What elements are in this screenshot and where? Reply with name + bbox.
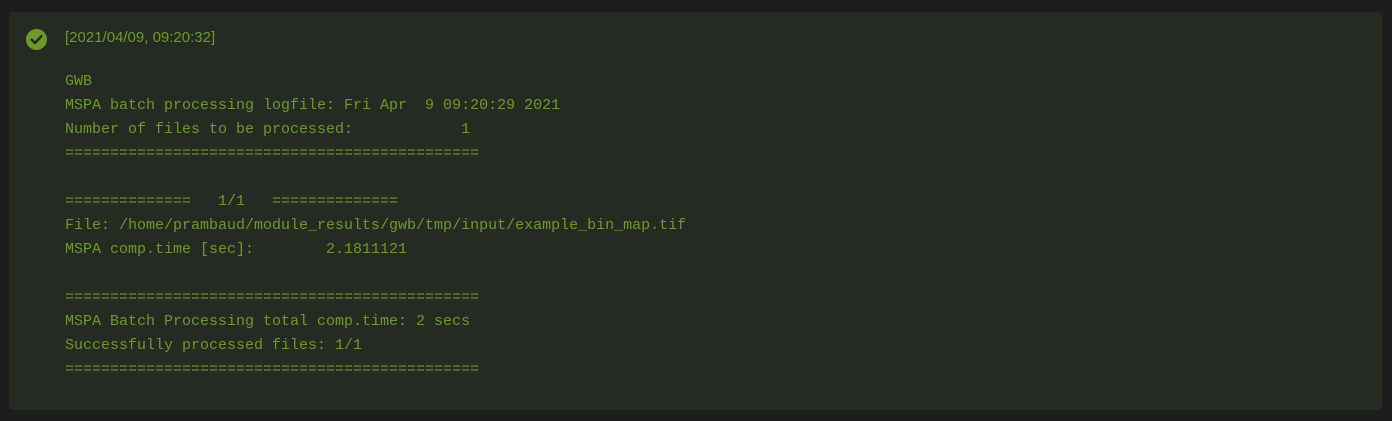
log-line: File: /home/prambaud/module_results/gwb/… <box>65 217 687 234</box>
log-line: MSPA Batch Processing total comp.time: 2… <box>65 313 471 330</box>
log-separator: ========================================… <box>65 289 480 306</box>
log-line: Number of files to be processed: 1 <box>65 121 471 138</box>
log-output: GWB MSPA batch processing logfile: Fri A… <box>65 70 686 382</box>
log-line: Successfully processed files: 1/1 <box>65 337 363 354</box>
log-line: ============== 1/1 ============== <box>65 193 399 210</box>
log-separator: ========================================… <box>65 145 480 162</box>
alert-timestamp: [2021/04/09, 09:20:32] <box>65 29 216 46</box>
log-line: MSPA comp.time [sec]: 2.1811121 <box>65 241 408 258</box>
log-line: GWB <box>65 73 93 90</box>
log-line: MSPA batch processing logfile: Fri Apr 9… <box>65 97 561 114</box>
check-circle-icon <box>26 29 47 50</box>
success-alert: [2021/04/09, 09:20:32] GWB MSPA batch pr… <box>9 12 1382 410</box>
log-separator: ========================================… <box>65 361 480 378</box>
